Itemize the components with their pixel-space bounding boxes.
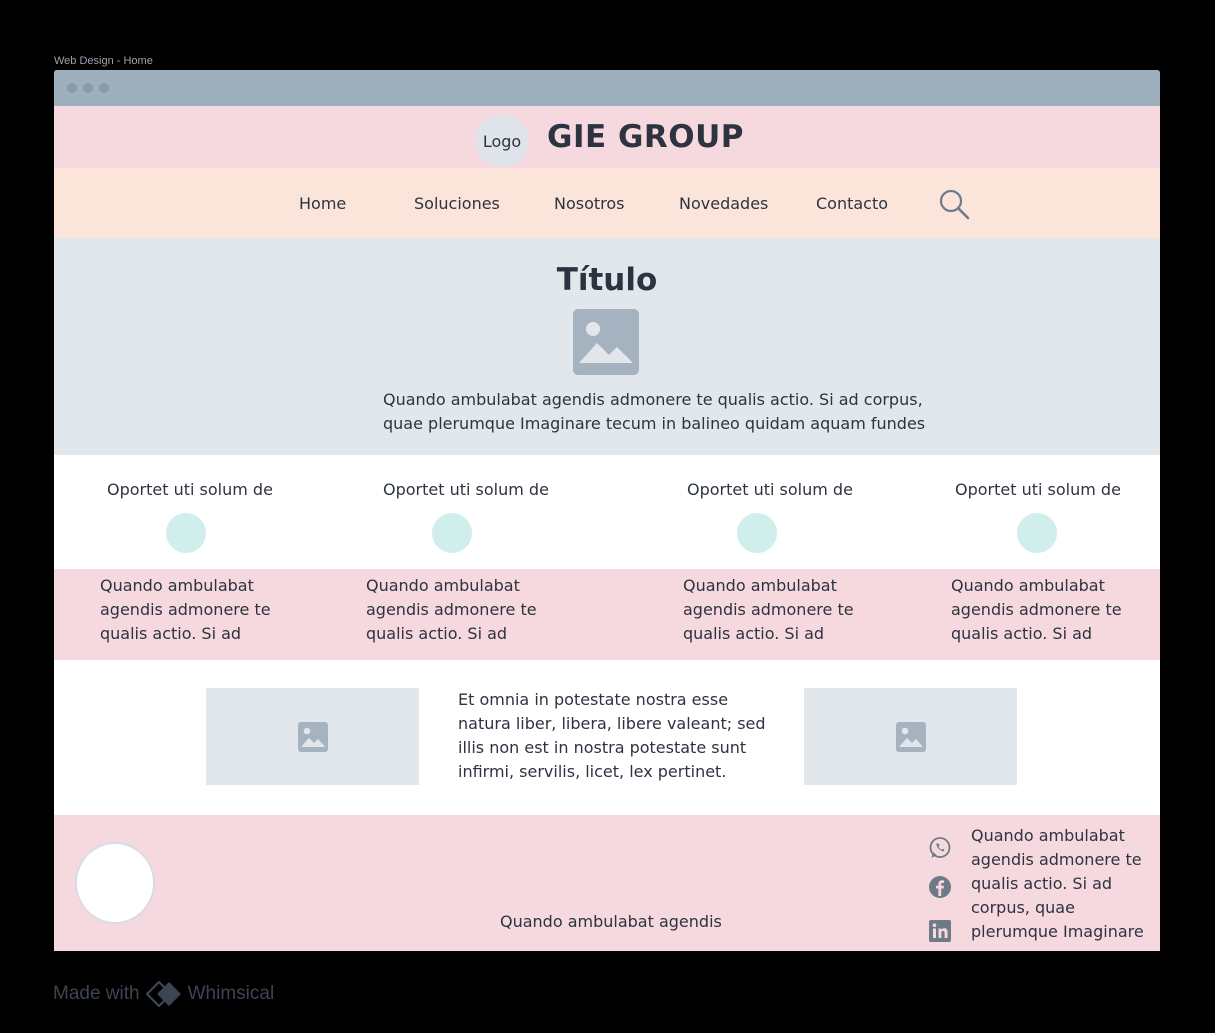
image-placeholder-icon <box>573 309 639 375</box>
feature-text: Quando ambulabat agendis admonere te qua… <box>951 576 1122 643</box>
search-icon[interactable] <box>938 188 972 222</box>
feature-circle-icon <box>166 513 206 553</box>
main-nav: Home Soluciones Nosotros Novedades Conta… <box>54 168 1160 238</box>
whimsical-logo-icon <box>145 981 181 1007</box>
feature-label: Oportet uti solum de <box>107 480 273 499</box>
hero-text-line-1: Quando ambulabat agendis admonere te qua… <box>383 390 923 409</box>
nav-item-novedades[interactable]: Novedades <box>679 194 768 213</box>
nav-item-home[interactable]: Home <box>299 194 346 213</box>
image-placeholder <box>206 688 419 785</box>
image-icon <box>895 721 926 752</box>
made-with-watermark[interactable]: Made with Whimsical <box>53 981 274 1007</box>
whatsapp-icon[interactable] <box>928 836 952 860</box>
hero-text: Quando ambulabat agendis admonere te qua… <box>383 388 943 436</box>
window-maximize-dot[interactable] <box>99 83 109 93</box>
feature-circle-icon <box>1017 513 1057 553</box>
site-header: Logo GIE GROUP <box>54 106 1160 168</box>
linkedin-icon[interactable] <box>928 919 952 943</box>
made-with-prefix: Made with <box>53 983 140 1004</box>
feature-text: Quando ambulabat agendis admonere te qua… <box>366 576 537 643</box>
feature-circle-icon <box>432 513 472 553</box>
brand-name: GIE GROUP <box>547 119 745 155</box>
nav-item-contacto[interactable]: Contacto <box>816 194 888 213</box>
feature-circle-icon <box>737 513 777 553</box>
feature-text: Quando ambulabat agendis admonere te qua… <box>683 576 854 643</box>
made-with-brand: Whimsical <box>187 983 275 1004</box>
site-footer: Quando ambulabat agendis Quando ambulaba… <box>54 815 1160 951</box>
nav-item-soluciones[interactable]: Soluciones <box>414 194 500 213</box>
image-placeholder <box>804 688 1017 785</box>
footer-center-text: Quando ambulabat agendis <box>500 912 722 931</box>
logo[interactable]: Logo <box>475 115 529 167</box>
footer-avatar <box>75 842 155 924</box>
window-minimize-dot[interactable] <box>83 83 93 93</box>
feature-label: Oportet uti solum de <box>955 480 1121 499</box>
feature-label: Oportet uti solum de <box>383 480 549 499</box>
feature-label: Oportet uti solum de <box>687 480 853 499</box>
feature-text: Quando ambulabat agendis admonere te qua… <box>100 576 271 643</box>
nav-item-nosotros[interactable]: Nosotros <box>554 194 625 213</box>
logo-text: Logo <box>482 131 522 151</box>
hero-title: Título <box>556 262 658 298</box>
middle-text: Et omnia in potestate nostra esse natura… <box>458 690 766 781</box>
image-icon <box>297 721 328 752</box>
footer-side-text: Quando ambulabat agendis admonere te qua… <box>971 826 1144 941</box>
frame-label: Web Design - Home <box>54 55 153 67</box>
hero-section: Título Quando ambulabat agendis admonere… <box>54 238 1160 455</box>
hero-text-line-2: quae plerumque Imaginare tecum in baline… <box>383 414 926 433</box>
browser-window: Logo GIE GROUP Home Soluciones Nosotros … <box>54 70 1160 951</box>
window-close-dot[interactable] <box>67 83 77 93</box>
window-titlebar <box>54 70 1160 106</box>
facebook-icon[interactable] <box>928 875 952 899</box>
